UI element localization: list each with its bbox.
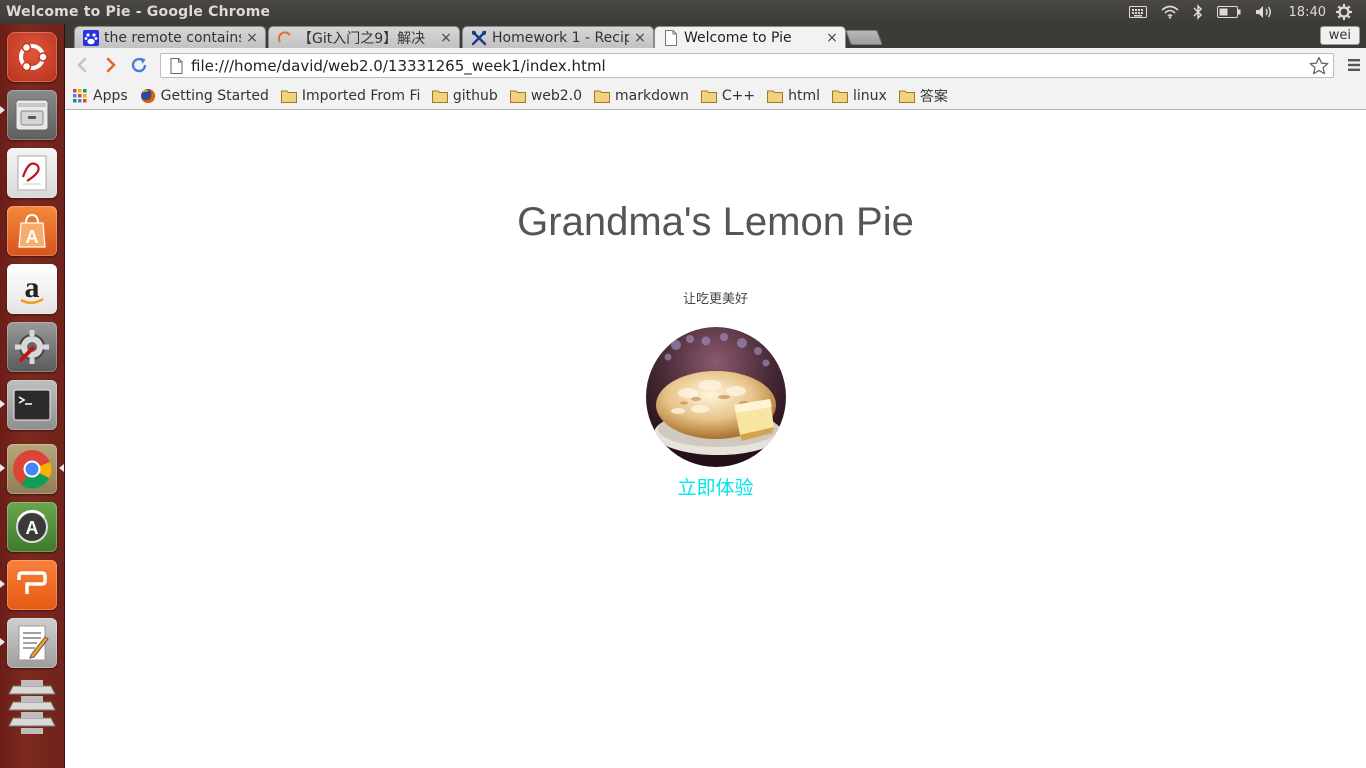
tools-icon [471, 30, 487, 46]
page-tagline: 让吃更美好 [682, 292, 748, 307]
top-panel: Welcome to Pie - Google Chrome 18:40 [0, 0, 1366, 24]
tab-git-intro[interactable]: 【Git入门之9】解决 × [268, 26, 460, 48]
presentation-icon[interactable] [7, 560, 57, 610]
folder-icon [509, 88, 526, 104]
baidu-icon [83, 29, 99, 46]
page-icon [168, 57, 184, 74]
tab-strip: the remote contains × 【Git入门之9】解决 × Home… [65, 24, 1366, 48]
forward-button[interactable] [99, 53, 123, 77]
bookmark-folder-cpp[interactable]: C++ [700, 87, 756, 104]
browser-window: the remote contains × 【Git入门之9】解决 × Home… [65, 24, 1366, 768]
battery-icon[interactable] [1216, 0, 1241, 24]
bookmark-folder-markdown[interactable]: markdown [594, 88, 689, 104]
tab-close-icon[interactable]: × [825, 30, 839, 46]
window-title: Welcome to Pie - Google Chrome [6, 4, 271, 20]
bookmark-folder-html[interactable]: html [767, 88, 820, 104]
chrome-icon[interactable] [7, 444, 57, 494]
try-now-link[interactable]: 立即体验 [65, 473, 1366, 500]
page-icon [663, 29, 679, 46]
system-indicators: 18:40 [1128, 0, 1366, 24]
browser-toolbar: file:///home/david/web2.0/13331265_week1… [65, 48, 1366, 82]
reload-icon [131, 57, 147, 73]
software-center-icon[interactable]: A [7, 206, 57, 256]
tab-close-icon[interactable]: × [439, 30, 453, 46]
url-text[interactable]: file:///home/david/web2.0/13331265_week1… [191, 57, 1308, 75]
volume-icon[interactable] [1255, 0, 1275, 24]
back-button[interactable] [70, 53, 94, 77]
bookmark-folder-answers[interactable]: 答案 [898, 86, 948, 106]
files-icon[interactable] [7, 90, 57, 140]
chrome-menu-icon[interactable] [1346, 57, 1362, 73]
tab-remote-contains[interactable]: the remote contains × [74, 26, 266, 48]
wifi-icon[interactable] [1161, 0, 1179, 24]
clock[interactable]: 18:40 [1289, 5, 1326, 20]
lemon-pie-image [646, 327, 786, 467]
tab-label: Welcome to Pie [684, 29, 792, 46]
workspaces-icon[interactable] [7, 674, 57, 740]
bookmark-folder-web20[interactable]: web2.0 [509, 87, 583, 104]
folder-icon [700, 88, 717, 104]
gear-icon[interactable] [1336, 0, 1352, 24]
reload-button[interactable] [127, 53, 151, 77]
new-tab-button[interactable] [845, 30, 883, 45]
bookmark-label: github [452, 87, 498, 104]
firefox-icon [140, 88, 156, 104]
tab-label: 【Git入门之9】解决 [298, 30, 426, 47]
page-title: Grandma's Lemon Pie [517, 200, 914, 244]
apps-grid-icon [72, 88, 88, 104]
address-bar[interactable]: file:///home/david/web2.0/13331265_week1… [160, 53, 1334, 78]
folder-icon [431, 88, 448, 104]
folder-icon [898, 88, 915, 104]
system-settings-icon[interactable] [7, 322, 57, 372]
bookmark-label: Imported From Fi [301, 87, 420, 104]
bookmark-folder-github[interactable]: github [431, 87, 498, 104]
forward-arrow-icon [106, 57, 116, 73]
bookmark-label: linux [853, 87, 887, 104]
tab-close-icon[interactable]: × [245, 30, 259, 46]
bookmark-star-icon[interactable] [1308, 55, 1330, 77]
svg-text:A: A [26, 518, 39, 538]
amazon-icon[interactable]: a [7, 264, 57, 314]
bookmarks-bar: Apps Getting Started Imported From Fi gi… [65, 82, 1366, 110]
bluetooth-icon[interactable] [1193, 0, 1203, 24]
back-arrow-icon [77, 57, 87, 73]
text-editor-icon[interactable] [7, 618, 57, 668]
bookmark-label: 答案 [919, 88, 948, 105]
tab-homework[interactable]: Homework 1 - Recipe × [462, 26, 654, 48]
tab-close-icon[interactable]: × [633, 30, 647, 46]
svg-text:a: a [25, 271, 40, 304]
folder-icon [280, 88, 297, 104]
ubuntu-dash-icon[interactable] [7, 32, 57, 82]
tab-label: the remote contains [104, 29, 241, 46]
keyboard-icon[interactable] [1128, 0, 1147, 24]
launcher: A a A [0, 24, 65, 768]
folder-icon [832, 88, 849, 104]
software-updater-icon[interactable]: A [7, 502, 57, 552]
document-viewer-icon[interactable] [7, 148, 57, 198]
bookmark-label: Getting Started [160, 87, 269, 104]
profile-button[interactable]: wei [1319, 26, 1360, 45]
tab-welcome-to-pie[interactable]: Welcome to Pie × [654, 26, 846, 48]
folder-icon [767, 88, 784, 104]
folder-icon [594, 88, 611, 104]
page-content: Grandma's Lemon Pie 让吃更美好 立即体验 [65, 111, 1366, 768]
tab-label: Homework 1 - Recipe [492, 29, 629, 46]
bookmark-folder-linux[interactable]: linux [832, 88, 887, 104]
bookmark-label: Apps [93, 87, 128, 104]
bookmark-getting-started[interactable]: Getting Started [140, 88, 269, 104]
bookmark-label: web2.0 [530, 87, 583, 104]
bookmark-label: C++ [721, 87, 756, 104]
bookmark-folder-imported[interactable]: Imported From Fi [280, 87, 420, 104]
bookmark-label: markdown [615, 87, 689, 104]
loading-icon [277, 30, 293, 46]
bookmark-apps[interactable]: Apps [72, 88, 128, 104]
svg-text:A: A [26, 227, 39, 247]
bookmark-label: html [788, 87, 821, 104]
terminal-icon[interactable] [7, 380, 57, 430]
